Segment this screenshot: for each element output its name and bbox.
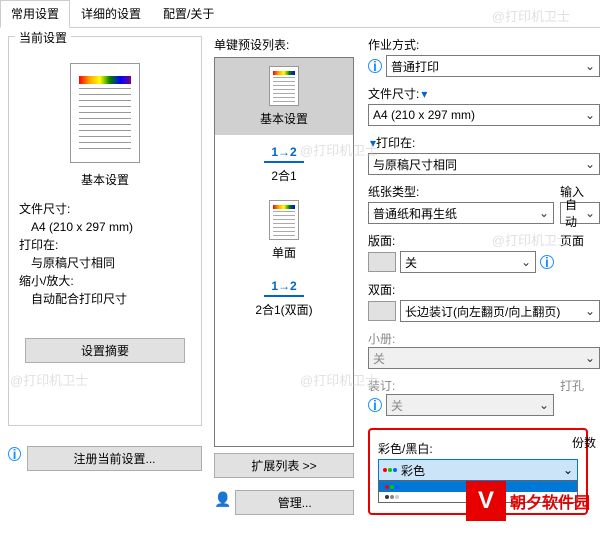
- duplex-label: 双面:: [368, 281, 600, 298]
- booklet-label: 小册:: [368, 332, 395, 346]
- input-tray-select[interactable]: 自动: [560, 202, 600, 224]
- preview-label: 基本设置: [15, 171, 195, 188]
- tab-detail[interactable]: 详细的设置: [70, 0, 152, 27]
- doc-size-label: 文件尺寸:▾: [368, 85, 600, 102]
- preset-page-icon: [269, 200, 299, 240]
- job-type-label: 作业方式:: [368, 36, 600, 53]
- staple-label: 装订:: [368, 379, 395, 393]
- booklet-select[interactable]: 关: [368, 347, 600, 369]
- color-label: 彩色/黑白:: [378, 440, 578, 457]
- page-order-label: 页面: [560, 232, 600, 249]
- logo-v-icon: V: [466, 481, 506, 521]
- preset-item-label: 2合1: [223, 167, 345, 184]
- duplex-select[interactable]: 长边装订(向左翻页/向上翻页): [400, 300, 600, 322]
- color-dots-icon: [385, 485, 399, 489]
- current-settings-box: 当前设置 基本设置 文件尺寸: A4 (210 x 297 mm) 打印在: 与…: [8, 36, 202, 426]
- tab-common[interactable]: 常用设置: [0, 0, 70, 28]
- info-line: 自动配合打印尺寸: [19, 290, 191, 308]
- preset-item-single[interactable]: 单面: [215, 192, 353, 269]
- arrow-1to2-icon: 1→2: [264, 143, 304, 163]
- info-line: 打印在:: [19, 236, 191, 254]
- info-icon[interactable]: i: [8, 447, 21, 461]
- left-panel: 当前设置 基本设置 文件尺寸: A4 (210 x 297 mm) 打印在: 与…: [0, 28, 210, 535]
- layout-label: 版面:: [368, 232, 554, 249]
- preset-page-icon: [269, 66, 299, 106]
- copies-label: 份数: [572, 434, 596, 451]
- punch-label: 打孔: [560, 379, 584, 393]
- info-line: 文件尺寸:: [19, 200, 191, 218]
- info-line: A4 (210 x 297 mm): [19, 218, 191, 236]
- center-panel: 单键预设列表: 基本设置 1→2 2合1 单面 1→2 2合1(双面) 扩展列表…: [210, 28, 358, 535]
- binding-icon: [368, 301, 396, 321]
- preset-item-2in1-duplex[interactable]: 1→2 2合1(双面): [215, 269, 353, 326]
- person-icon: 👤: [214, 491, 231, 508]
- logo-text: 朝夕软件园: [510, 489, 590, 513]
- page-preview-icon: [70, 63, 140, 163]
- summary-button[interactable]: 设置摘要: [25, 338, 185, 363]
- expand-list-button[interactable]: 扩展列表 >>: [214, 453, 354, 478]
- staple-select[interactable]: 关: [386, 394, 554, 416]
- current-settings-title: 当前设置: [15, 29, 71, 46]
- brand-logo: V 朝夕软件园: [466, 481, 590, 521]
- print-on-label: ▾打印在:: [368, 134, 600, 151]
- info-icon[interactable]: i: [368, 59, 382, 73]
- tab-config[interactable]: 配置/关于: [152, 0, 225, 27]
- preset-item-label: 2合1(双面): [223, 301, 345, 318]
- settings-info: 文件尺寸: A4 (210 x 297 mm) 打印在: 与原稿尺寸相同 缩小/…: [15, 200, 195, 308]
- paper-type-select[interactable]: 普通纸和再生纸: [368, 202, 554, 224]
- info-line: 与原稿尺寸相同: [19, 254, 191, 272]
- manage-button[interactable]: 管理...: [235, 490, 354, 515]
- color-select[interactable]: 彩色: [378, 459, 578, 481]
- preset-item-basic[interactable]: 基本设置: [215, 58, 353, 135]
- layout-select[interactable]: 关: [400, 251, 536, 273]
- print-on-select[interactable]: 与原稿尺寸相同: [368, 153, 600, 175]
- preset-item-label: 单面: [223, 244, 345, 261]
- preset-list-label: 单键预设列表:: [214, 36, 354, 53]
- info-icon[interactable]: i: [540, 255, 554, 269]
- info-icon[interactable]: i: [368, 398, 382, 412]
- gray-dots-icon: [385, 495, 399, 499]
- color-dots-icon: [383, 468, 397, 472]
- tab-bar: 常用设置 详细的设置 配置/关于: [0, 0, 600, 28]
- layout-icon: [368, 252, 396, 272]
- arrow-1to2-icon: 1→2: [264, 277, 304, 297]
- preset-item-2in1[interactable]: 1→2 2合1: [215, 135, 353, 192]
- preset-item-label: 基本设置: [223, 110, 345, 127]
- register-button[interactable]: 注册当前设置...: [27, 446, 202, 471]
- paper-type-label: 纸张类型:: [368, 183, 554, 200]
- info-line: 缩小/放大:: [19, 272, 191, 290]
- doc-size-select[interactable]: A4 (210 x 297 mm): [368, 104, 600, 126]
- preset-list[interactable]: 基本设置 1→2 2合1 单面 1→2 2合1(双面): [214, 57, 354, 447]
- job-type-select[interactable]: 普通打印: [386, 55, 600, 77]
- right-panel: 作业方式: i 普通打印 文件尺寸:▾ A4 (210 x 297 mm) ▾打…: [358, 28, 600, 535]
